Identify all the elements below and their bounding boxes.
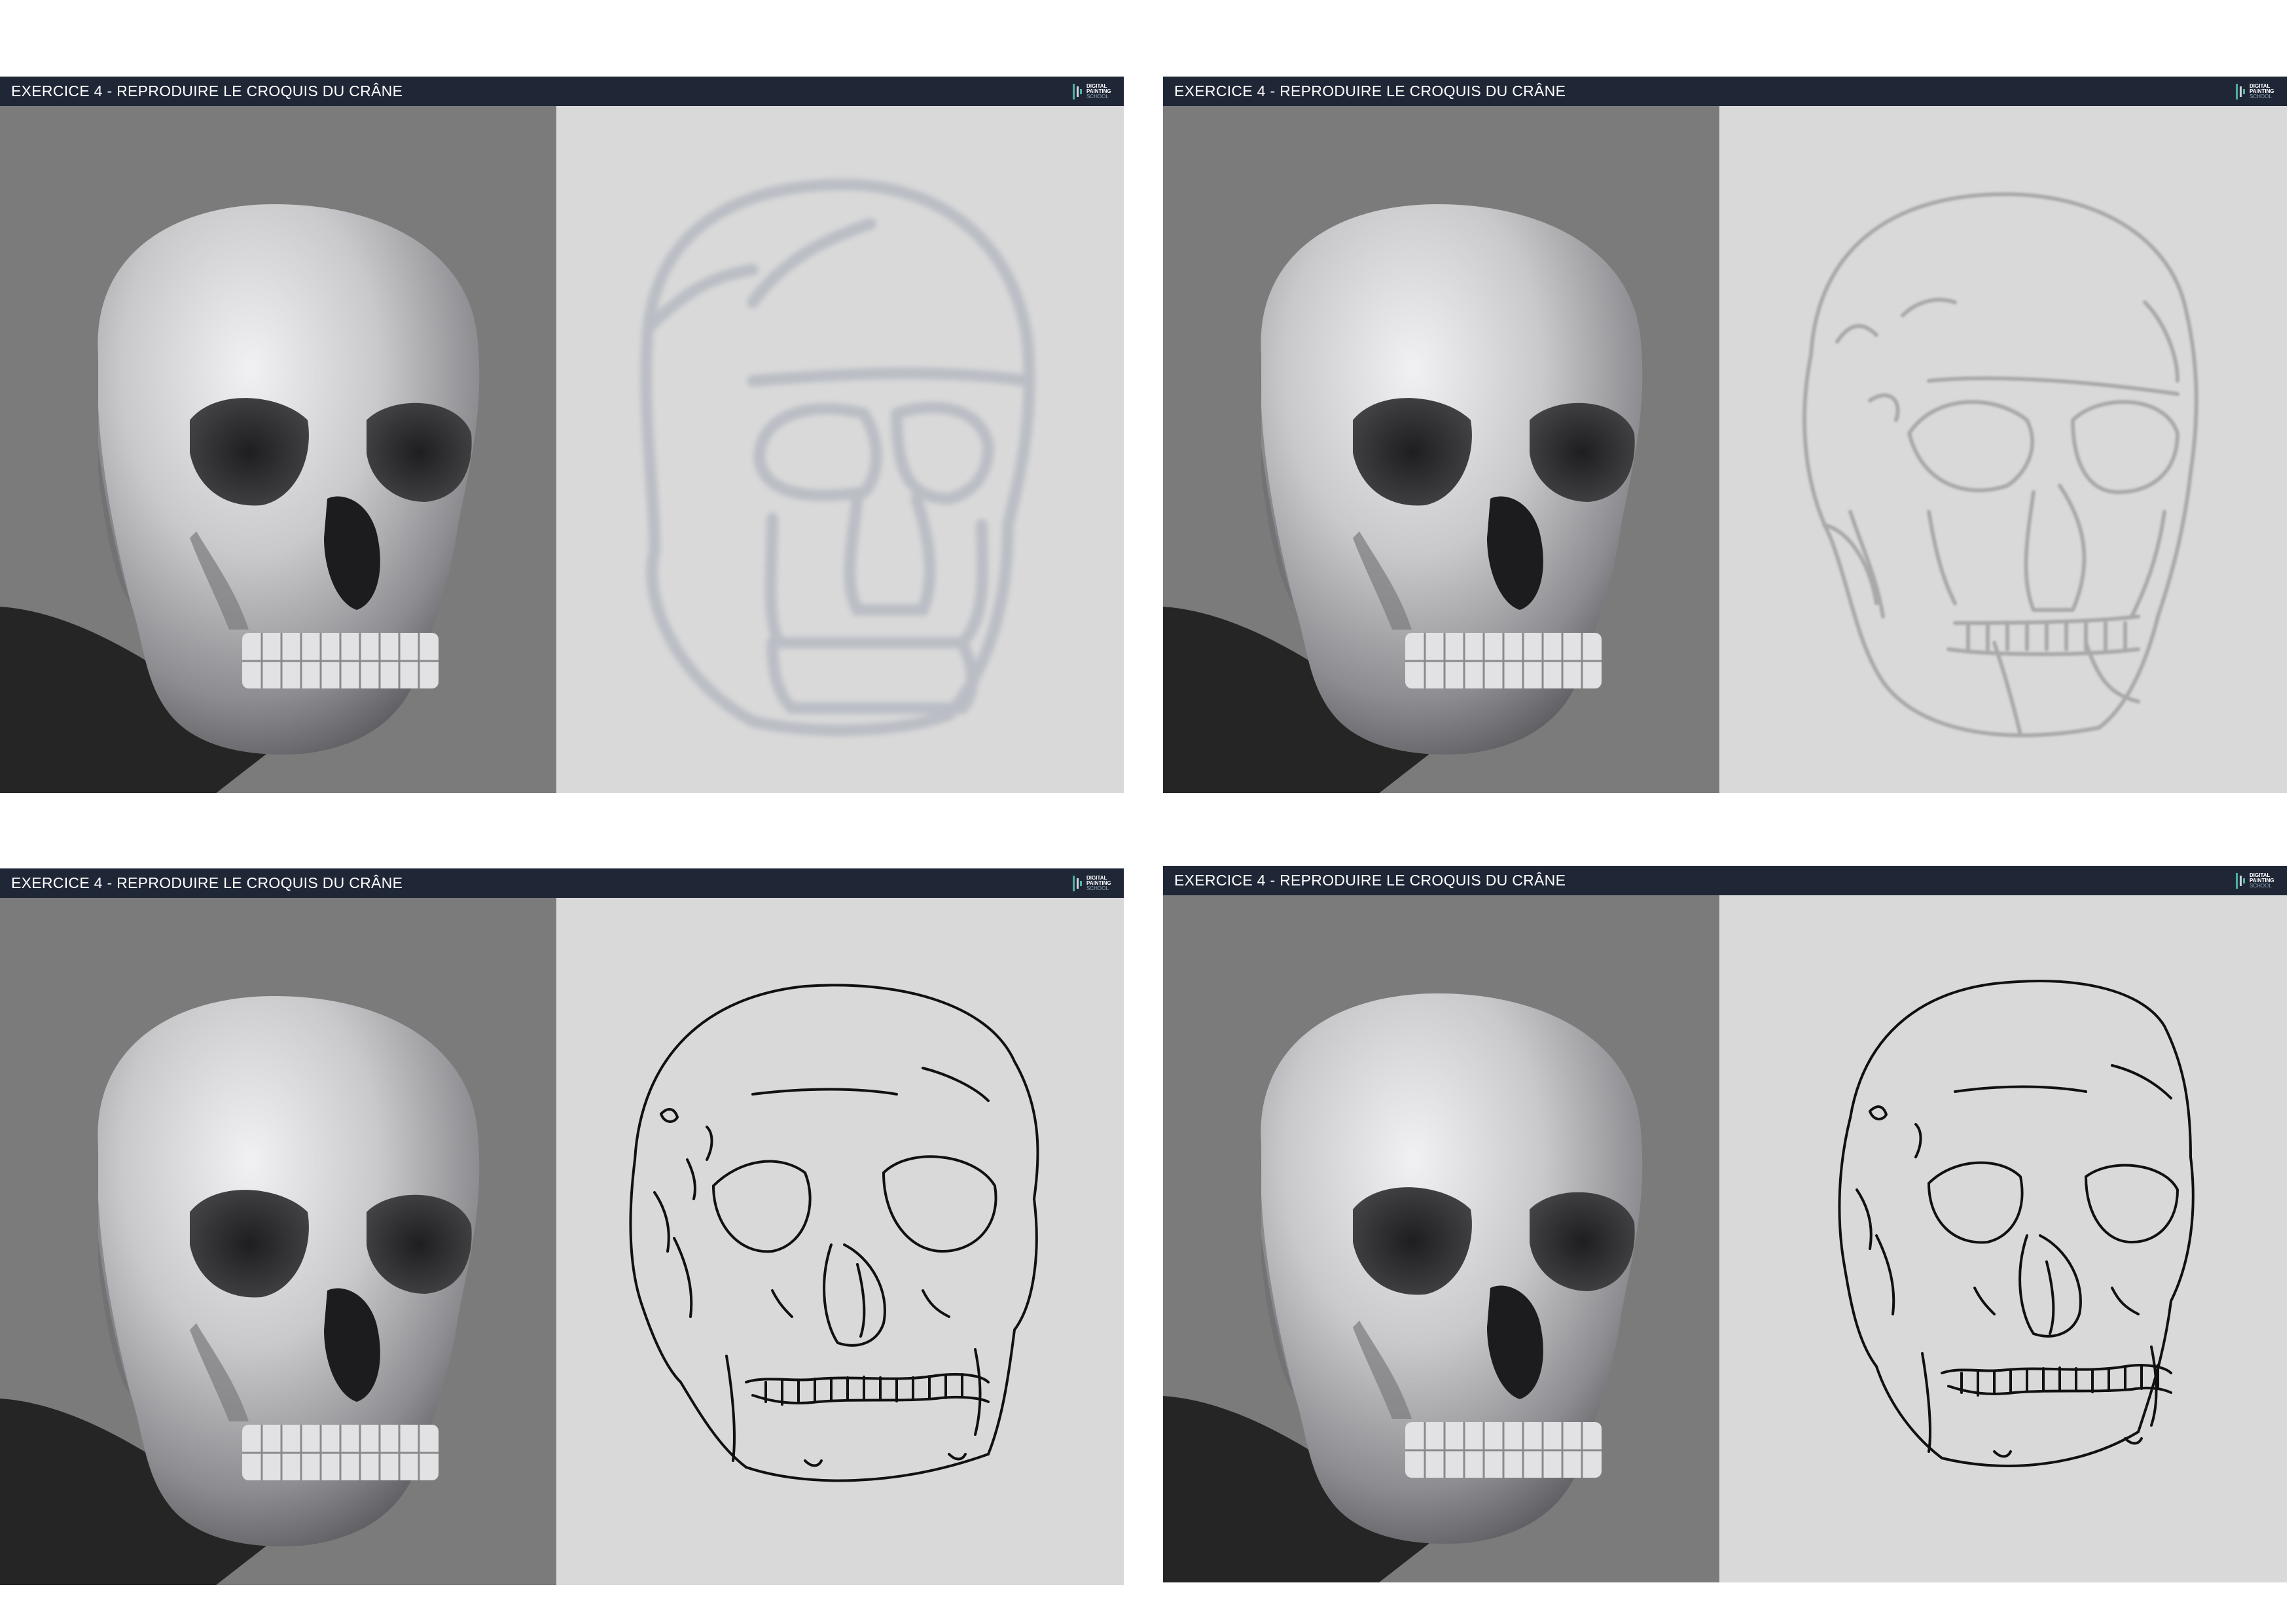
logo-line-3: SCHOOL xyxy=(1086,94,1109,99)
reference-photo xyxy=(1163,106,1719,793)
panel-header: EXERCICE 4 - REPRODUIRE LE CROQUIS DU CR… xyxy=(0,868,1124,898)
school-logo: DIGITAL PAINTING SCHOOL xyxy=(2234,80,2282,103)
exercise-panel-lineart: EXERCICE 4 - REPRODUIRE LE CROQUIS DU CR… xyxy=(0,868,1124,1585)
school-logo: DIGITAL PAINTING SCHOOL xyxy=(2234,870,2282,892)
logo-line-3: SCHOOL xyxy=(1086,885,1109,891)
panel-header: EXERCICE 4 - REPRODUIRE LE CROQUIS DU CR… xyxy=(1163,77,2287,106)
panel-title: EXERCICE 4 - REPRODUIRE LE CROQUIS DU CR… xyxy=(11,874,403,891)
dp-logo-icon xyxy=(1073,84,1082,99)
panel-header: EXERCICE 4 - REPRODUIRE LE CROQUIS DU CR… xyxy=(1163,866,2287,895)
logo-line-3: SCHOOL xyxy=(2250,883,2272,889)
skull-reference-image xyxy=(0,203,480,793)
skull-lineart-final xyxy=(1838,980,2195,1467)
sketch-area xyxy=(556,106,1124,793)
skull-sketch-rough xyxy=(640,178,1035,736)
reference-photo xyxy=(0,898,556,1585)
logo-line-3: SCHOOL xyxy=(2250,94,2272,99)
panel-title: EXERCICE 4 - REPRODUIRE LE CROQUIS DU CR… xyxy=(1174,872,1566,889)
exercise-panel-construction: EXERCICE 4 - REPRODUIRE LE CROQUIS DU CR… xyxy=(1163,77,2287,793)
skull-sketch-construction xyxy=(1803,192,2198,738)
exercise-panel-rough: EXERCICE 4 - REPRODUIRE LE CROQUIS DU CR… xyxy=(0,77,1124,793)
panel-header: EXERCICE 4 - REPRODUIRE LE CROQUIS DU CR… xyxy=(0,77,1124,106)
skull-reference-image xyxy=(0,995,480,1585)
skull-lineart xyxy=(629,984,1039,1482)
sketch-area xyxy=(1719,895,2287,1582)
dp-logo-icon xyxy=(2236,84,2245,99)
dp-logo-icon xyxy=(2236,873,2245,889)
school-logo: DIGITAL PAINTING SCHOOL xyxy=(1071,872,1119,895)
dp-logo-icon xyxy=(1073,876,1082,891)
school-logo: DIGITAL PAINTING SCHOOL xyxy=(1071,80,1119,103)
sketch-area xyxy=(1719,106,2287,793)
skull-reference-image xyxy=(1163,992,1643,1582)
reference-photo xyxy=(0,106,556,793)
sketch-area xyxy=(556,898,1124,1585)
panel-title: EXERCICE 4 - REPRODUIRE LE CROQUIS DU CR… xyxy=(11,82,403,99)
panel-title: EXERCICE 4 - REPRODUIRE LE CROQUIS DU CR… xyxy=(1174,82,1566,99)
reference-photo xyxy=(1163,895,1719,1582)
exercise-panel-final: EXERCICE 4 - REPRODUIRE LE CROQUIS DU CR… xyxy=(1163,866,2287,1582)
skull-reference-image xyxy=(1163,203,1643,793)
